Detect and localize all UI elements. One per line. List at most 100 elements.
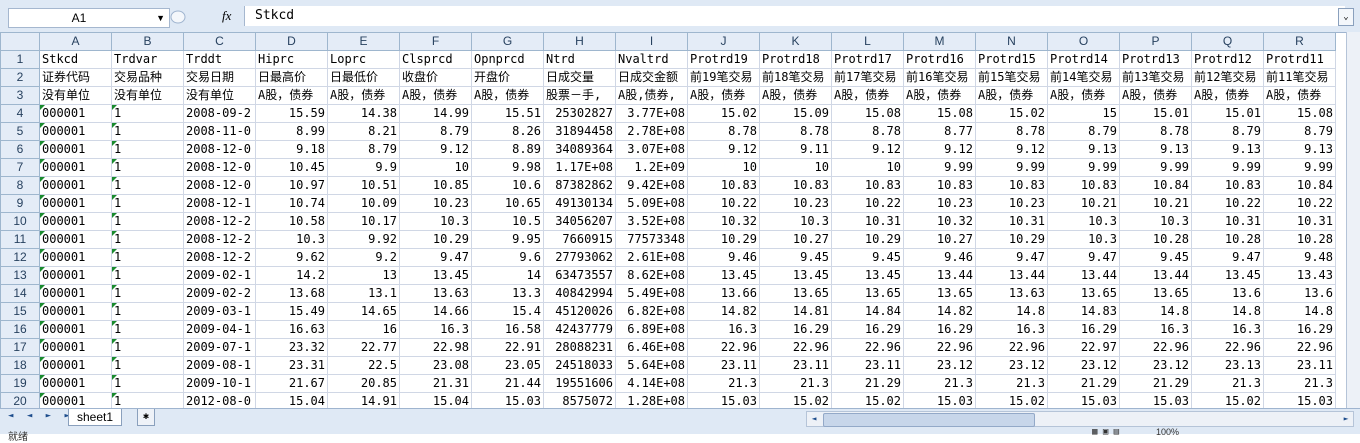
row-header[interactable]: 5 [0,122,40,141]
column-header[interactable]: L [831,32,904,51]
vertical-scrollbar[interactable] [1346,32,1360,408]
cell[interactable]: 9.92 [327,230,400,249]
cell[interactable]: 前18笔交易 [759,68,832,87]
cell[interactable]: 13.65 [903,284,976,303]
cell[interactable]: 14.8 [1263,302,1336,321]
cell[interactable]: 2009-03-1 [183,302,256,321]
cell[interactable]: 9.46 [903,248,976,267]
cell[interactable]: 13.65 [1047,284,1120,303]
cell[interactable]: 10.32 [903,212,976,231]
cell[interactable]: 14.8 [1191,302,1264,321]
cell[interactable]: 23.11 [831,356,904,375]
cell[interactable]: 31894458 [543,122,616,141]
cell[interactable]: 9.12 [831,140,904,159]
cell[interactable]: 77573348 [615,230,688,249]
cell[interactable]: Nvaltrd [615,50,688,69]
cell[interactable]: 10.23 [903,194,976,213]
cell[interactable]: 22.96 [687,338,760,357]
cell[interactable]: 13.45 [687,266,760,285]
cell[interactable]: 23.31 [255,356,328,375]
row-header[interactable]: 7 [0,158,40,177]
cell[interactable]: 13.45 [399,266,472,285]
row-header[interactable]: 13 [0,266,40,285]
cell[interactable]: 13.65 [759,284,832,303]
column-header[interactable]: K [759,32,832,51]
cell[interactable]: A股，债券 [1047,86,1120,105]
cell[interactable]: 2008-12-1 [183,194,256,213]
cell[interactable]: 10.21 [1047,194,1120,213]
cell[interactable]: 000001 [39,320,112,339]
cell[interactable]: 3.77E+08 [615,104,688,123]
insert-function-icon[interactable]: fx [222,8,231,24]
cell[interactable]: 15.02 [687,104,760,123]
cell[interactable]: 日成交量 [543,68,616,87]
select-all-corner[interactable] [0,32,40,51]
cell[interactable]: 22.5 [327,356,400,375]
cell[interactable]: 9.47 [1191,248,1264,267]
cell[interactable]: 10.27 [903,230,976,249]
cell[interactable]: 1 [111,176,184,195]
cell[interactable]: 2009-10-1 [183,374,256,393]
cell[interactable]: 21.29 [1047,374,1120,393]
cell[interactable]: Protrd13 [1119,50,1192,69]
cell[interactable]: 8.89 [471,140,544,159]
cell[interactable]: 13.6 [1191,284,1264,303]
chevron-down-icon[interactable]: ▼ [156,9,165,27]
cell[interactable]: 10.29 [975,230,1048,249]
row-header[interactable]: 19 [0,374,40,393]
cell[interactable]: 9.18 [255,140,328,159]
cell[interactable]: 22.77 [327,338,400,357]
cell[interactable]: 10.32 [687,212,760,231]
cell[interactable]: 23.05 [471,356,544,375]
cell[interactable]: 1 [111,212,184,231]
cell[interactable]: 16.58 [471,320,544,339]
cell[interactable]: 21.67 [255,374,328,393]
cell[interactable]: 22.96 [831,338,904,357]
cell[interactable]: 10.29 [399,230,472,249]
cell[interactable]: 2.61E+08 [615,248,688,267]
cell[interactable]: 2008-09-2 [183,104,256,123]
scroll-left-icon[interactable]: ◄ [807,412,821,426]
tab-sheet1[interactable]: sheet1 [68,409,123,426]
cell[interactable]: 2008-11-0 [183,122,256,141]
row-header[interactable]: 15 [0,302,40,321]
formula-input[interactable]: Stkcd [244,6,1345,26]
scroll-right-icon[interactable]: ► [1339,412,1353,426]
cell[interactable]: 10.6 [471,176,544,195]
cell[interactable]: 000001 [39,284,112,303]
cell[interactable]: 22.96 [1191,338,1264,357]
cell[interactable]: 1 [111,356,184,375]
cell[interactable]: 16.29 [1047,320,1120,339]
cell[interactable]: 28088231 [543,338,616,357]
cell[interactable]: 16.3 [1119,320,1192,339]
cell[interactable]: 14.82 [903,302,976,321]
cell[interactable]: 23.11 [1263,356,1336,375]
cell[interactable]: 10.83 [1047,176,1120,195]
cell[interactable]: 10.28 [1119,230,1192,249]
cell[interactable]: 1 [111,158,184,177]
cell[interactable]: 9.99 [1047,158,1120,177]
cell[interactable]: A股，债券 [831,86,904,105]
cell[interactable]: 9.9 [327,158,400,177]
cell[interactable]: 87382862 [543,176,616,195]
cell[interactable]: 10.65 [471,194,544,213]
cell[interactable]: 15.51 [471,104,544,123]
cell[interactable]: 9.12 [687,140,760,159]
row-header[interactable]: 14 [0,284,40,303]
cell[interactable]: 9.46 [687,248,760,267]
cell[interactable]: 9.2 [327,248,400,267]
cell[interactable]: Protrd19 [687,50,760,69]
cell[interactable]: 34056207 [543,212,616,231]
cell[interactable]: 000001 [39,374,112,393]
column-header[interactable]: Q [1191,32,1264,51]
cell[interactable]: 42437779 [543,320,616,339]
cell[interactable]: 2008-12-2 [183,230,256,249]
cell[interactable]: 9.45 [831,248,904,267]
cell[interactable]: 21.3 [1263,374,1336,393]
cell[interactable]: 10.22 [1191,194,1264,213]
cell[interactable]: 10.3 [759,212,832,231]
cell[interactable]: 49130134 [543,194,616,213]
cell[interactable]: 1 [111,320,184,339]
cell[interactable]: 21.3 [759,374,832,393]
cell[interactable]: 25302827 [543,104,616,123]
